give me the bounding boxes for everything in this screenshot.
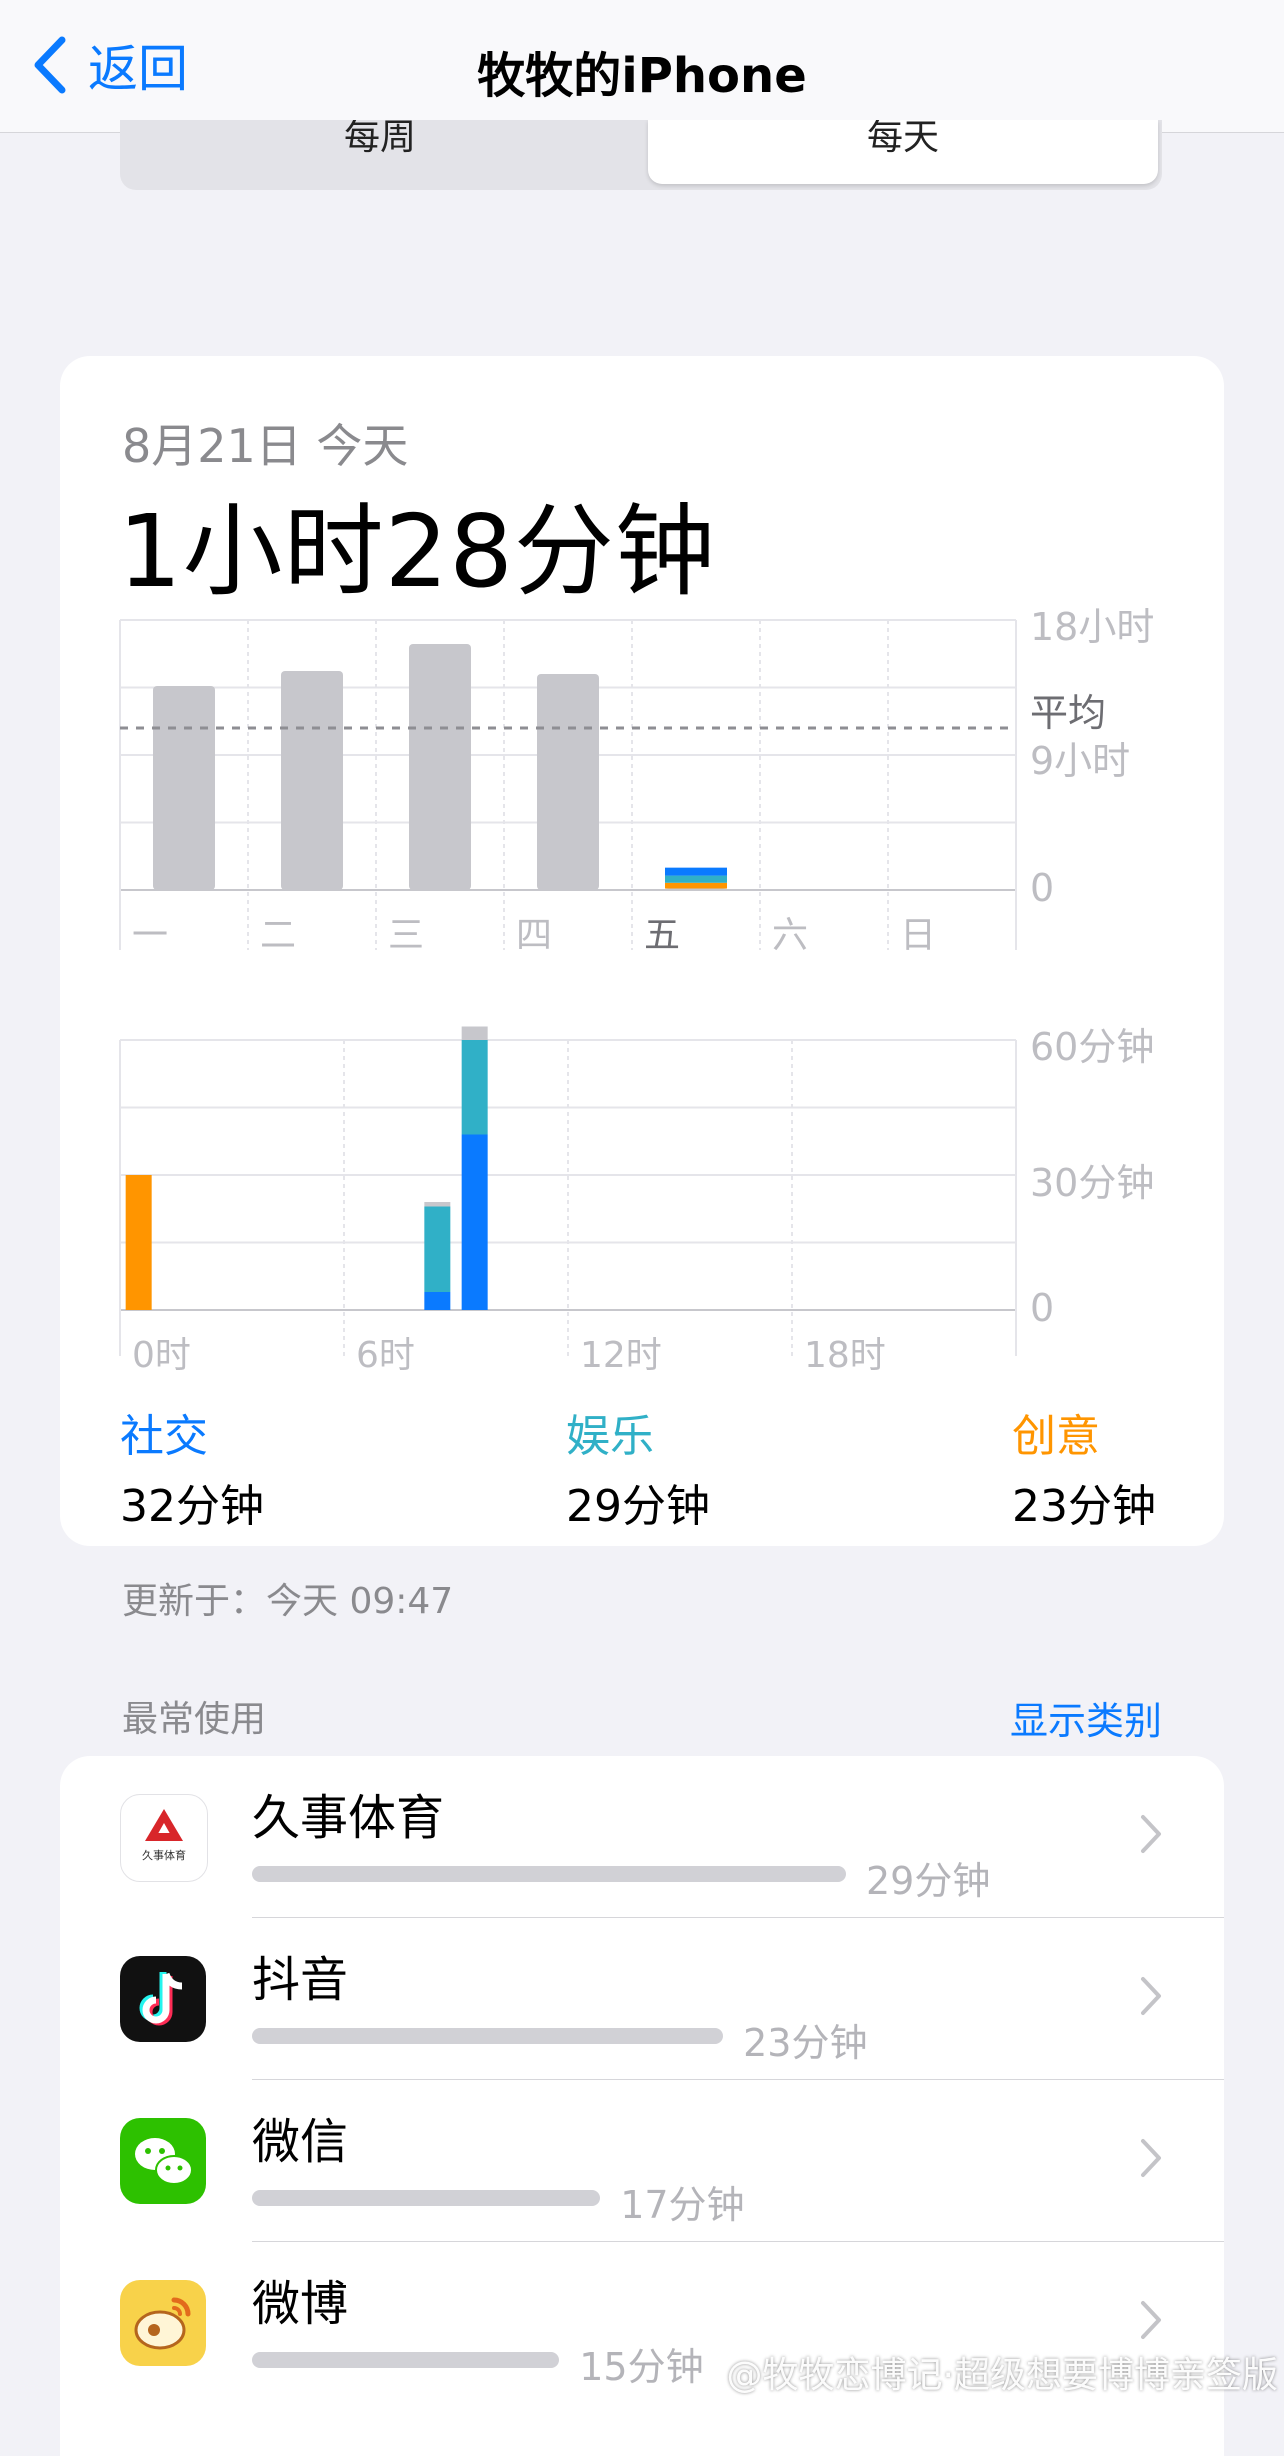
hour-bar xyxy=(461,1040,488,1135)
app-name: 微信 xyxy=(252,2114,349,2170)
week-x-tick-label: 五 xyxy=(644,915,681,956)
usage-bar xyxy=(252,2028,724,2044)
week-bar xyxy=(665,888,727,890)
category-creative: 创意 23分钟 xyxy=(1012,1400,1156,1534)
app-row[interactable]: 微信 17分钟 xyxy=(60,2080,1224,2242)
hour-x-tick-label: 18时 xyxy=(804,1335,886,1376)
hour-y-tick-label: 60分钟 xyxy=(1030,1025,1155,1069)
hour-bar xyxy=(125,1175,152,1310)
hour-bar xyxy=(424,1206,451,1292)
app-duration: 15分钟 xyxy=(579,2345,704,2389)
app-row[interactable]: 抖音 23分钟 xyxy=(60,1918,1224,2080)
chevron-right-icon xyxy=(1141,1977,1161,2015)
week-x-tick-label: 二 xyxy=(260,915,297,956)
category-creative-value: 23分钟 xyxy=(1012,1481,1156,1532)
week-x-tick-label: 日 xyxy=(900,915,937,956)
week-x-tick-label: 三 xyxy=(388,915,425,956)
app-row[interactable]: 久事体育 久事体育 29分钟 xyxy=(60,1756,1224,1918)
hour-bar xyxy=(424,1202,451,1207)
hour-x-tick-label: 6时 xyxy=(356,1335,415,1376)
app-name: 微博 xyxy=(252,2276,349,2332)
week-bar xyxy=(281,671,343,890)
app-duration: 29分钟 xyxy=(866,1859,991,1903)
hour-y-tick-label: 30分钟 xyxy=(1030,1161,1155,1205)
chevron-right-icon xyxy=(1141,1815,1161,1853)
app-duration: 23分钟 xyxy=(743,2021,868,2065)
hour-x-tick-label: 0时 xyxy=(132,1335,191,1376)
week-bar xyxy=(665,867,727,876)
most-used-title: 最常使用 xyxy=(122,1699,267,1740)
category-social-name: 社交 xyxy=(120,1411,208,1462)
category-social: 社交 32分钟 xyxy=(120,1400,264,1534)
hour-x-tick-label: 12时 xyxy=(580,1335,662,1376)
week-x-tick-label: 一 xyxy=(132,915,169,956)
wechat-icon xyxy=(120,2118,206,2204)
weibo-icon xyxy=(120,2280,206,2366)
usage-bar xyxy=(252,1866,846,1882)
category-entertainment: 娱乐 29分钟 xyxy=(566,1400,710,1534)
category-creative-name: 创意 xyxy=(1012,1411,1100,1462)
week-y-tick-label: 9小时 xyxy=(1030,739,1131,783)
chevron-right-icon xyxy=(1141,2301,1161,2339)
app-name: 抖音 xyxy=(252,1952,349,2008)
app-duration: 17分钟 xyxy=(620,2183,745,2227)
weekly-bar-chart xyxy=(119,619,1017,950)
category-social-value: 32分钟 xyxy=(120,1481,264,1532)
category-entertainment-name: 娱乐 xyxy=(566,1411,654,1462)
douyin-icon xyxy=(120,1956,206,2042)
segment-week[interactable]: 每周 xyxy=(120,120,640,160)
updated-timestamp: 更新于：今天 09:47 xyxy=(122,1581,454,1622)
week-y-tick-label: 0 xyxy=(1030,866,1055,910)
week-bar xyxy=(153,686,215,890)
show-categories-link[interactable]: 显示类别 xyxy=(1010,1690,1162,1745)
usage-bar xyxy=(252,2352,560,2368)
chevron-right-icon xyxy=(1141,2139,1161,2177)
segment-day-label: 每天 xyxy=(866,120,939,158)
hour-bar xyxy=(424,1292,451,1310)
week-y-tick-label: 18小时 xyxy=(1030,605,1155,649)
page-title: 牧牧的iPhone xyxy=(477,48,807,104)
jiushi-logo-text: 久事体育 xyxy=(142,1849,186,1862)
screen-time-card: 8月21日 今天 1小时28分钟 18小时 9小时 0 平均 一二三四五六日 60分… xyxy=(60,356,1224,1546)
week-x-tick-label: 四 xyxy=(516,915,553,956)
hourly-bar-chart xyxy=(119,1026,1017,1356)
week-x-tick-label: 六 xyxy=(772,915,809,956)
week-bar xyxy=(665,875,727,883)
week-bar xyxy=(409,644,471,890)
category-entertainment-value: 29分钟 xyxy=(566,1481,710,1532)
period-segmented-control: 每周 每天 xyxy=(120,120,1162,190)
usage-bar xyxy=(252,2190,601,2206)
hour-bar xyxy=(461,1134,488,1310)
week-bar xyxy=(665,882,727,889)
jiushi-sports-icon: 久事体育 xyxy=(120,1794,208,1882)
app-name: 久事体育 xyxy=(252,1790,445,1846)
average-label: 平均 xyxy=(1030,691,1107,735)
hour-bar xyxy=(461,1026,488,1040)
hour-y-tick-label: 0 xyxy=(1030,1286,1055,1330)
week-bar xyxy=(537,674,599,890)
segment-day[interactable]: 每天 xyxy=(648,120,1158,184)
watermark: @牧牧恋博记·超级想要博博亲签版 xyxy=(726,2355,1278,2396)
